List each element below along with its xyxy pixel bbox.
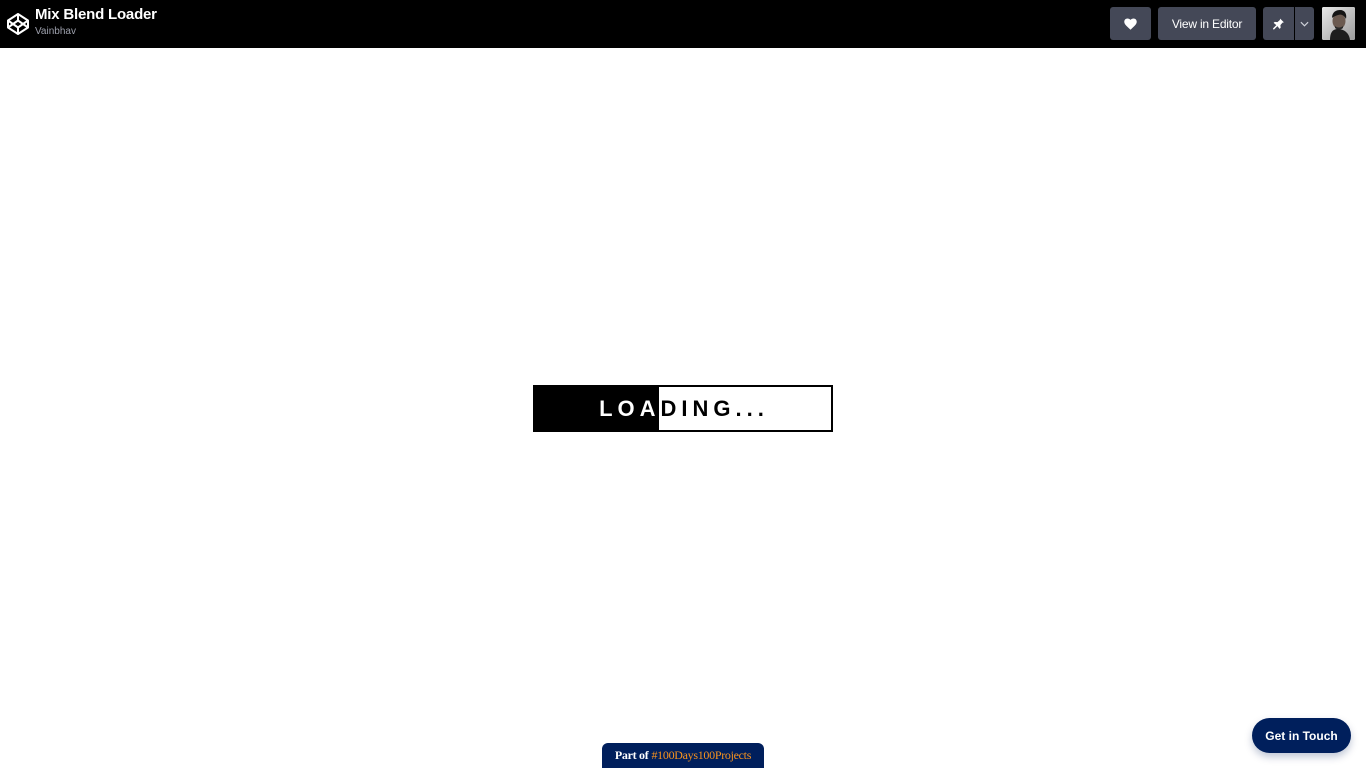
- heart-icon: [1124, 17, 1137, 30]
- loading-bar: LOADING...: [533, 385, 833, 432]
- pen-title: Mix Blend Loader: [35, 6, 157, 23]
- project-badge[interactable]: Part of #100Days100Projects: [602, 743, 764, 768]
- badge-hashtag[interactable]: #100Days100Projects: [651, 748, 751, 763]
- loading-progress-fill: [535, 387, 660, 430]
- user-avatar[interactable]: [1322, 7, 1355, 40]
- view-in-editor-button[interactable]: View in Editor: [1158, 7, 1256, 40]
- codepen-logo-icon[interactable]: [6, 12, 30, 36]
- top-bar: Mix Blend Loader Vainbhav View in Editor: [0, 0, 1366, 48]
- pin-dropdown-button[interactable]: [1295, 7, 1314, 40]
- chevron-down-icon: [1300, 21, 1309, 27]
- pin-button[interactable]: [1263, 7, 1294, 40]
- get-in-touch-button[interactable]: Get in Touch: [1252, 718, 1351, 753]
- badge-prefix: Part of: [614, 748, 649, 762]
- pin-icon: [1273, 18, 1284, 29]
- avatar-photo-icon: [1322, 7, 1355, 40]
- pen-author[interactable]: Vainbhav: [35, 25, 157, 39]
- pen-title-block: Mix Blend Loader Vainbhav: [35, 6, 157, 39]
- like-button[interactable]: [1110, 7, 1151, 40]
